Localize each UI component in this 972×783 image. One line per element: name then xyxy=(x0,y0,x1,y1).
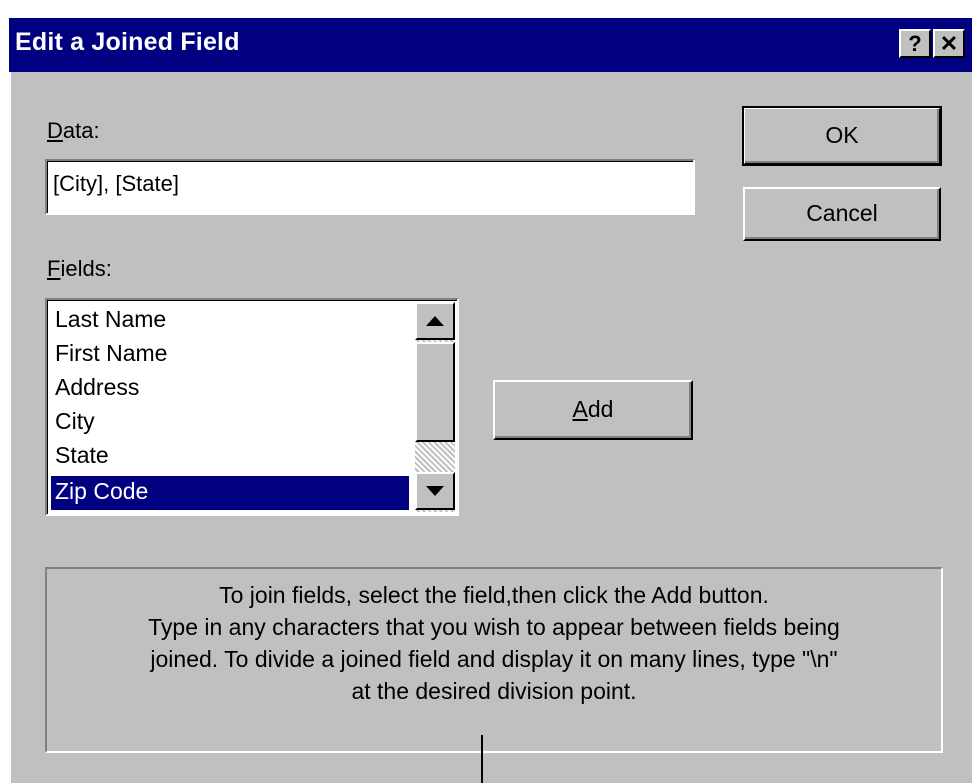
help-text: To join fields, select the field,then cl… xyxy=(53,579,935,707)
scroll-up-button[interactable] xyxy=(415,302,455,340)
scroll-down-button[interactable] xyxy=(415,472,455,510)
close-button[interactable]: ✕ xyxy=(933,29,965,58)
help-line: joined. To divide a joined field and dis… xyxy=(150,646,838,672)
ok-button[interactable]: OK xyxy=(742,106,942,166)
fields-label: Fields: xyxy=(47,256,112,281)
fields-scrollbar[interactable] xyxy=(415,302,455,512)
data-label: Data: xyxy=(47,118,100,143)
add-button[interactable]: Add xyxy=(493,380,693,440)
help-box: To join fields, select the field,then cl… xyxy=(45,567,943,753)
list-item[interactable]: First Name xyxy=(51,338,409,372)
data-input[interactable]: [City], [State] xyxy=(45,159,695,215)
list-item[interactable]: City xyxy=(51,406,409,440)
list-item-selected[interactable]: Zip Code xyxy=(51,476,409,510)
close-icon: ✕ xyxy=(939,31,959,56)
list-item[interactable]: State xyxy=(51,440,409,474)
edit-joined-field-dialog: Edit a Joined Field ? ✕ Data: [City], [S… xyxy=(9,18,972,783)
help-line: Type in any characters that you wish to … xyxy=(148,614,840,640)
help-line: To join fields, select the field,then cl… xyxy=(219,582,769,608)
help-line: at the desired division point. xyxy=(351,678,637,704)
text-cursor xyxy=(481,735,483,783)
up-arrow-icon xyxy=(426,316,444,326)
list-item[interactable]: Address xyxy=(51,372,409,406)
title-bar[interactable]: Edit a Joined Field ? ✕ xyxy=(9,18,972,72)
dialog-title: Edit a Joined Field xyxy=(15,28,240,56)
fields-listbox[interactable]: Last Name First Name Address City State … xyxy=(45,298,459,516)
help-button[interactable]: ? xyxy=(899,29,931,58)
list-item[interactable]: Last Name xyxy=(51,304,409,338)
scroll-thumb[interactable] xyxy=(415,342,455,442)
down-arrow-icon xyxy=(426,486,444,496)
cancel-button[interactable]: Cancel xyxy=(743,187,941,241)
